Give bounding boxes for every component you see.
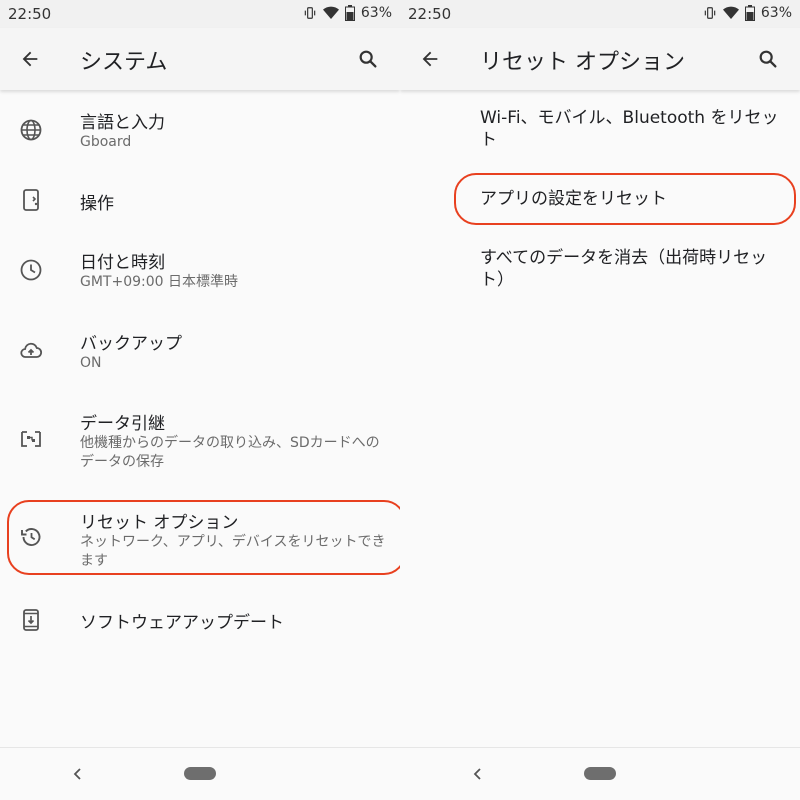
nav-back-button[interactable] (468, 764, 488, 784)
navigation-bar (0, 747, 400, 800)
list-item-backup[interactable]: バックアップ ON (0, 321, 400, 381)
item-title: すべてのデータを消去（出荷時リセット） (480, 248, 768, 290)
nav-back-button[interactable] (68, 764, 88, 784)
item-subtitle: 他機種からのデータの取り込み、SDカードへのデータの保存 (80, 435, 380, 470)
globe-icon (17, 116, 45, 144)
list-item-date-time[interactable]: 日付と時刻 GMT+09:00 日本標準時 (0, 240, 400, 300)
reset-options-panel: 22:50 63% リセット オプション Wi-Fi、モバイル、Bluetoot… (400, 0, 800, 800)
item-title: アプリの設定をリセット (480, 189, 667, 209)
list-item-reset-options[interactable]: リセット オプション ネットワーク、アプリ、デバイスをリセットできます (0, 500, 400, 575)
chevron-left-icon (473, 768, 481, 780)
list-item-factory-reset[interactable]: すべてのデータを消去（出荷時リセット） (400, 240, 800, 300)
system-update-icon (17, 606, 45, 634)
app-bar: システム (0, 28, 400, 90)
list-item-data-transfer[interactable]: データ引継 他機種からのデータの取り込み、SDカードへのデータの保存 (0, 401, 400, 481)
status-time: 22:50 (408, 5, 452, 23)
status-icons: 63% (303, 5, 392, 21)
battery-icon (344, 5, 355, 21)
item-title: Wi-Fi、モバイル、Bluetooth をリセット (480, 108, 779, 150)
arrow-left-icon (22, 51, 38, 67)
cloud-upload-icon (17, 337, 45, 365)
status-bar: 22:50 63% (0, 0, 400, 28)
status-time: 22:50 (8, 5, 52, 23)
back-button[interactable] (14, 45, 46, 73)
vibrate-icon (703, 6, 717, 20)
history-icon (17, 523, 45, 551)
wifi-icon (322, 6, 339, 20)
status-icons: 63% (703, 5, 792, 21)
nav-home-button[interactable] (584, 767, 616, 780)
data-transfer-icon (17, 425, 45, 453)
list-item-gestures[interactable]: 操作 (0, 170, 400, 230)
item-title: データ引継 (80, 414, 165, 434)
nav-home-button[interactable] (184, 767, 216, 780)
search-icon (359, 50, 377, 68)
search-button[interactable] (754, 45, 782, 73)
page-title: リセット オプション (480, 50, 685, 75)
item-subtitle: ON (80, 355, 102, 371)
item-title: リセット オプション (80, 513, 239, 533)
search-button[interactable] (354, 45, 382, 73)
battery-percent: 63% (760, 5, 792, 21)
item-title: ソフトウェアアップデート (80, 613, 284, 633)
clock-icon (17, 256, 45, 284)
app-bar: リセット オプション (400, 28, 800, 90)
item-title: 言語と入力 (80, 113, 165, 133)
list-item-reset-network[interactable]: Wi-Fi、モバイル、Bluetooth をリセット (400, 100, 800, 160)
item-subtitle: GMT+09:00 日本標準時 (80, 274, 239, 290)
item-subtitle: Gboard (80, 134, 132, 150)
status-bar: 22:50 63% (400, 0, 800, 28)
search-icon (759, 50, 777, 68)
list-item-software-update[interactable]: ソフトウェアアップデート (0, 590, 400, 650)
item-title: バックアップ (80, 334, 182, 354)
arrow-left-icon (422, 51, 438, 67)
system-settings-panel: 22:50 63% システム 言語と入力 Gboard 操作 日付と時刻 GMT… (0, 0, 400, 800)
vibrate-icon (303, 6, 317, 20)
battery-icon (744, 5, 755, 21)
phone-gesture-icon (17, 186, 45, 214)
page-title: システム (80, 50, 168, 75)
back-button[interactable] (414, 45, 446, 73)
item-subtitle: ネットワーク、アプリ、デバイスをリセットできます (80, 534, 386, 569)
list-item-language[interactable]: 言語と入力 Gboard (0, 100, 400, 160)
chevron-left-icon (73, 768, 81, 780)
navigation-bar (400, 747, 800, 800)
screen-root: 22:50 63% システム 言語と入力 Gboard 操作 日付と時刻 GMT… (0, 0, 800, 800)
list-item-reset-app-preferences[interactable]: アプリの設定をリセット (400, 173, 800, 225)
item-title: 日付と時刻 (80, 253, 165, 273)
wifi-icon (722, 6, 739, 20)
battery-percent: 63% (360, 5, 392, 21)
item-title: 操作 (80, 194, 114, 214)
